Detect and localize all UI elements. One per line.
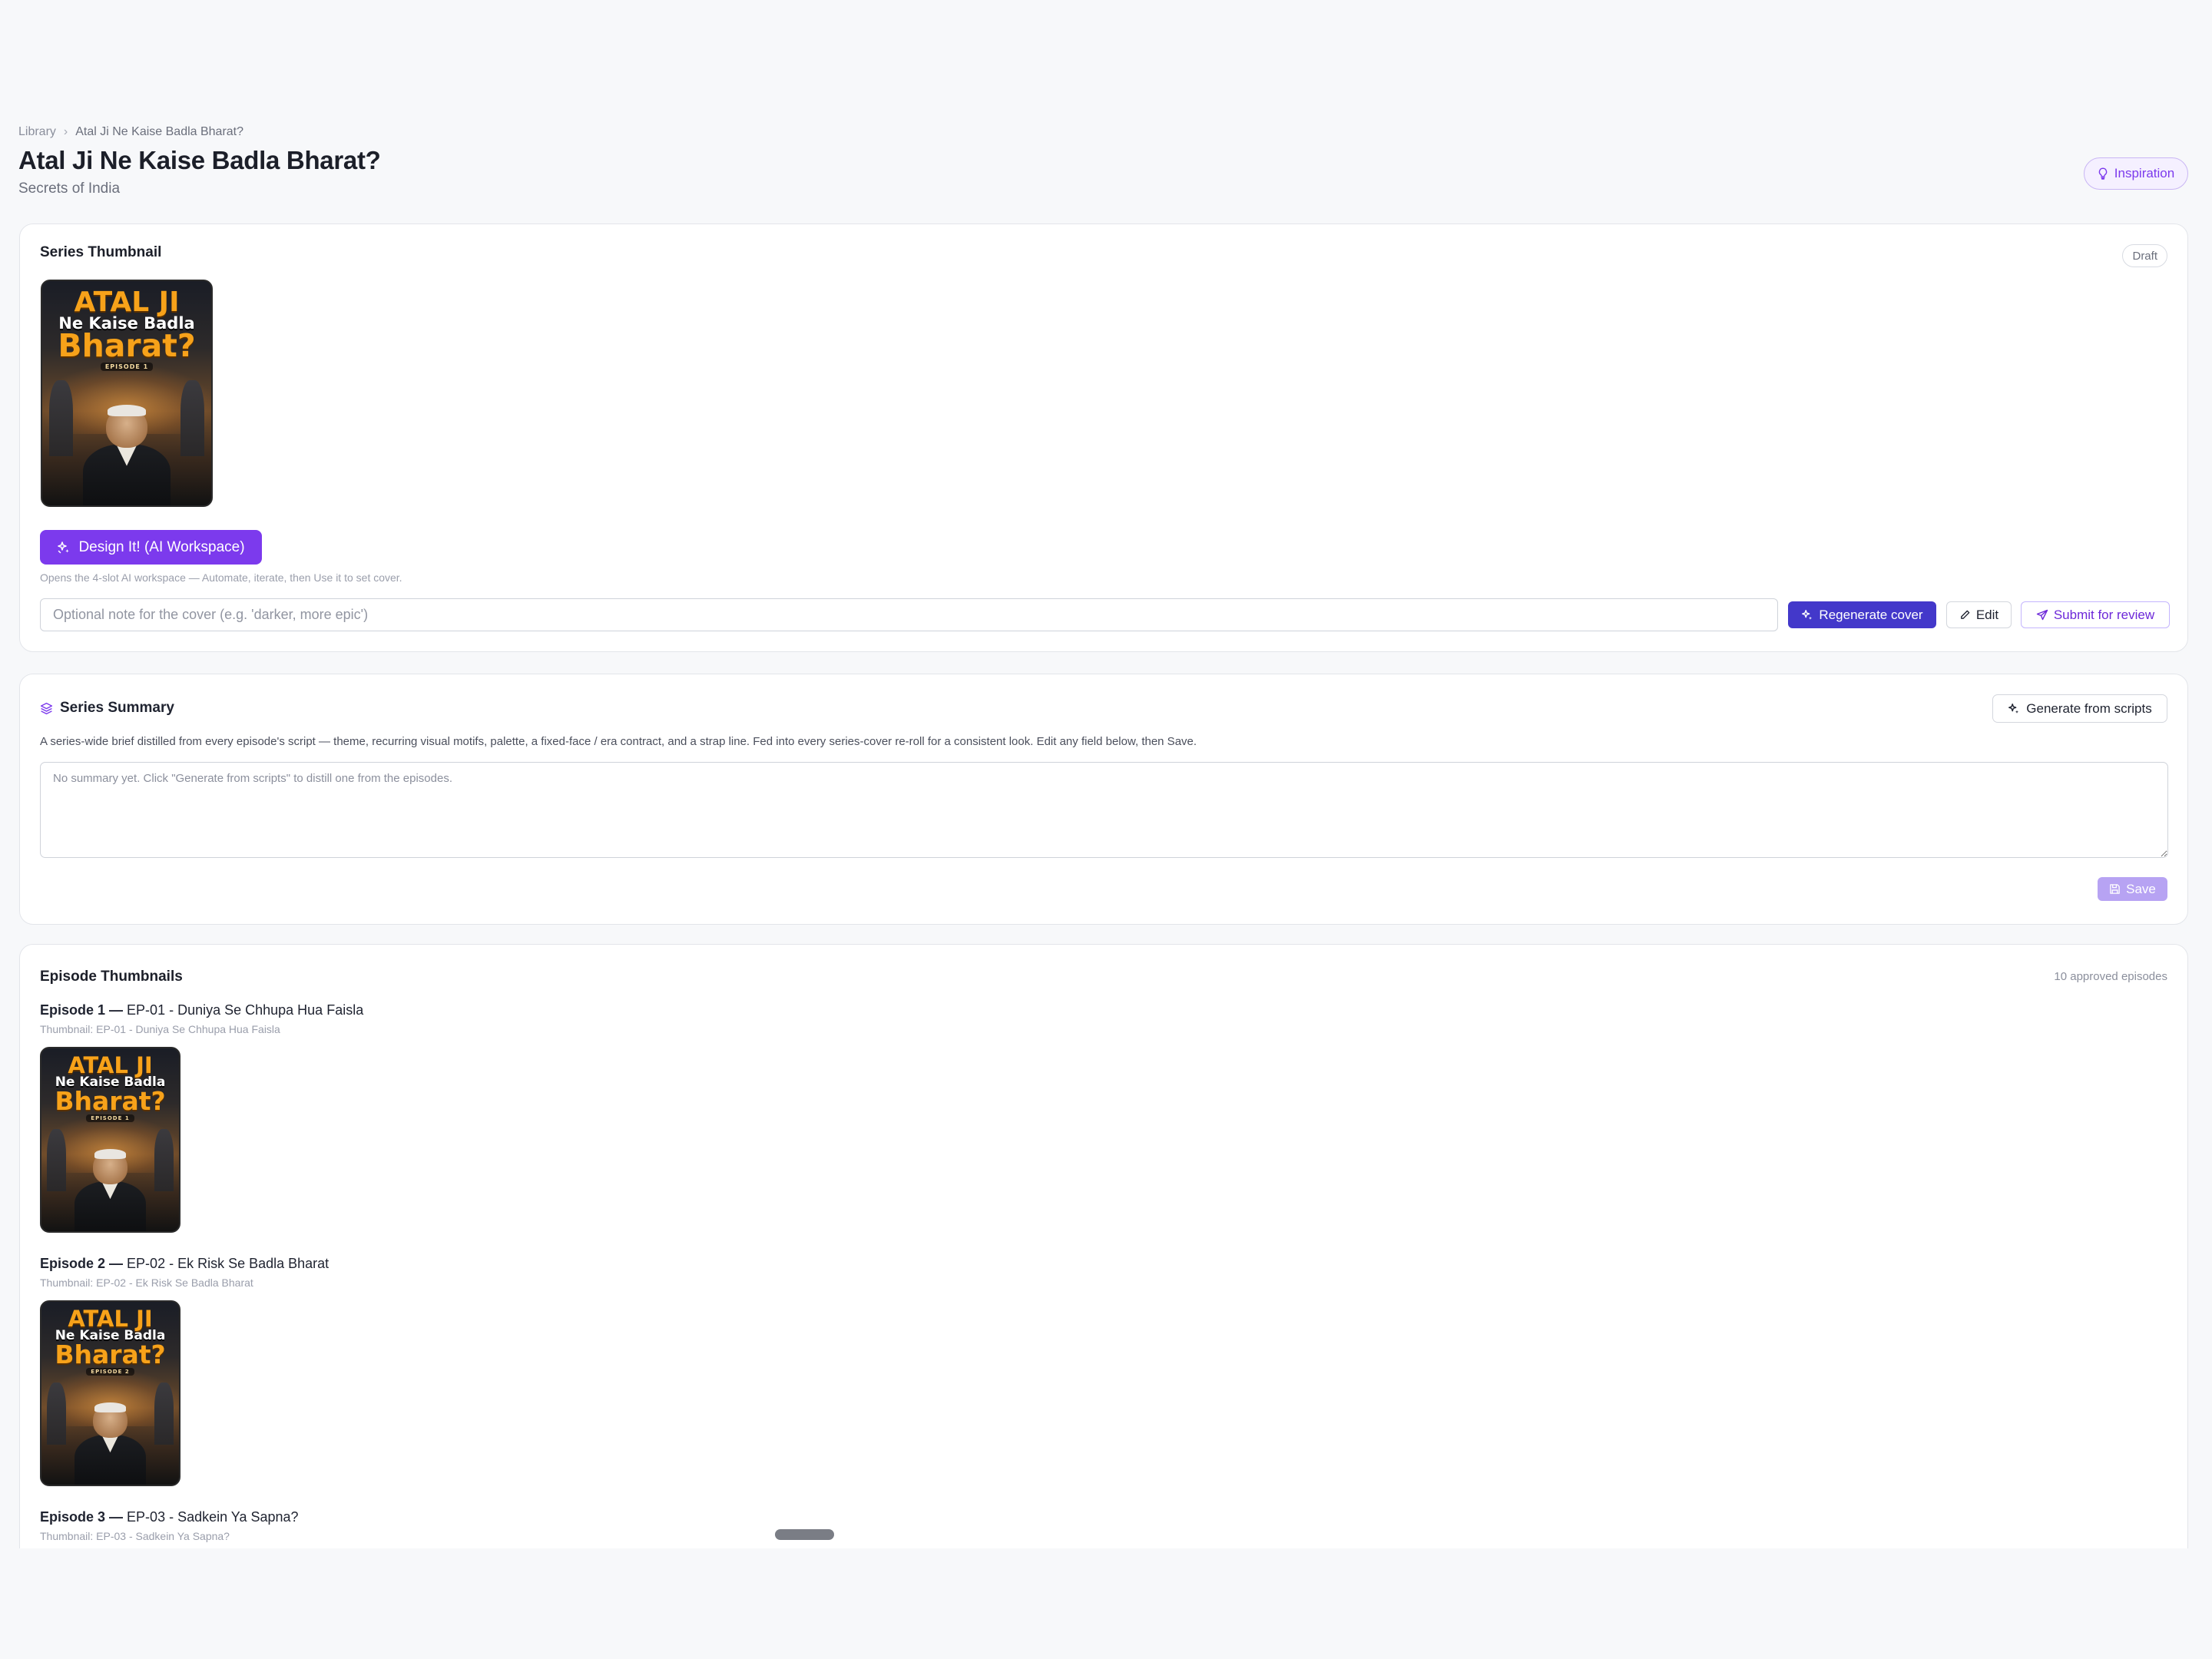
episode-title: Episode 1 — EP-01 - Duniya Se Chhupa Hua… [40, 1002, 364, 1018]
submit-for-review-button[interactable]: Submit for review [2021, 601, 2170, 628]
cover-title-line-3: Bharat? [58, 327, 196, 364]
cover-episode-label: EPISODE 2 [41, 1368, 179, 1376]
series-summary-card: Series Summary Generate from scripts A s… [19, 674, 2188, 925]
inspiration-button[interactable]: Inspiration [2084, 157, 2188, 190]
breadcrumb-current: Atal Ji Ne Kaise Badla Bharat? [75, 125, 244, 138]
cover-title-line-1: ATAL JI [74, 286, 180, 318]
cover-title-line-3: Bharat? [55, 1339, 166, 1369]
series-summary-textarea[interactable] [40, 762, 2168, 858]
episode-item: Episode 2 — EP-02 - Ek Risk Se Badla Bha… [40, 1256, 329, 1486]
cover-note-input[interactable] [40, 598, 1778, 631]
episode-title: Episode 2 — EP-02 - Ek Risk Se Badla Bha… [40, 1256, 329, 1271]
pencil-icon [1959, 609, 1971, 621]
series-summary-title: Series Summary [60, 700, 174, 716]
episode-thumbnail-image[interactable]: ATAL JI Ne Kaise Badla Bharat? EPISODE 2 [40, 1300, 180, 1486]
scroll-handle[interactable] [775, 1529, 834, 1540]
send-icon [2036, 609, 2048, 621]
breadcrumb: Library › Atal Ji Ne Kaise Badla Bharat? [18, 125, 243, 139]
lightbulb-icon [2098, 167, 2108, 180]
episode-item: Episode 3 — EP-03 - Sadkein Ya Sapna? Th… [40, 1509, 299, 1542]
regenerate-cover-button[interactable]: Regenerate cover [1788, 601, 1936, 628]
episode-thumbnails-card: Episode Thumbnails 10 approved episodes … [19, 944, 2188, 1548]
save-button[interactable]: Save [2098, 877, 2167, 901]
cover-episode-label: EPISODE 1 [41, 1114, 179, 1122]
episode-thumbnail-label: Thumbnail: EP-02 - Ek Risk Se Badla Bhar… [40, 1277, 253, 1289]
series-thumbnail-title: Series Thumbnail [40, 244, 162, 260]
breadcrumb-separator: › [63, 125, 68, 138]
series-summary-description: A series-wide brief distilled from every… [40, 735, 1197, 748]
sparkles-icon [2008, 703, 2020, 715]
series-thumbnail-card: Series Thumbnail Draft ATAL JI Ne Kaise … [19, 224, 2188, 652]
breadcrumb-library-link[interactable]: Library [18, 125, 56, 139]
cover-title-line-1: ATAL JI [68, 1306, 153, 1332]
episode-thumbnail-label: Thumbnail: EP-03 - Sadkein Ya Sapna? [40, 1530, 230, 1542]
sparkles-icon [57, 541, 71, 555]
layers-icon [40, 702, 53, 715]
inspiration-label: Inspiration [2114, 166, 2175, 180]
page-subtitle: Secrets of India [18, 180, 121, 197]
save-icon [2109, 883, 2121, 895]
design-it-label: Design It! (AI Workspace) [78, 538, 245, 555]
series-cover-image[interactable]: ATAL JI Ne Kaise Badla Bharat? EPISODE 1 [41, 280, 213, 507]
status-badge: Draft [2122, 244, 2167, 267]
episode-title: Episode 3 — EP-03 - Sadkein Ya Sapna? [40, 1509, 299, 1525]
series-summary-header: Series Summary [40, 700, 174, 717]
page-title: Atal Ji Ne Kaise Badla Bharat? [18, 146, 381, 174]
edit-label: Edit [1975, 607, 1999, 622]
save-label: Save [2126, 881, 2156, 896]
generate-from-scripts-button[interactable]: Generate from scripts [1992, 694, 2167, 723]
episode-item: Episode 1 — EP-01 - Duniya Se Chhupa Hua… [40, 1002, 363, 1233]
page: Library › Atal Ji Ne Kaise Badla Bharat?… [0, 0, 2212, 1548]
generate-from-scripts-label: Generate from scripts [2026, 700, 2152, 716]
design-it-button[interactable]: Design It! (AI Workspace) [40, 530, 262, 565]
sparkles-icon [1801, 609, 1813, 621]
bottom-margin [0, 1548, 2212, 1659]
submit-for-review-label: Submit for review [2053, 607, 2155, 622]
episode-thumbnails-title: Episode Thumbnails [40, 969, 183, 985]
regenerate-cover-label: Regenerate cover [1819, 607, 1923, 622]
edit-button[interactable]: Edit [1946, 601, 2012, 628]
approved-episodes-count: 10 approved episodes [2054, 970, 2167, 983]
cover-title-line-1: ATAL JI [68, 1052, 153, 1078]
cover-title-line-3: Bharat? [55, 1086, 166, 1116]
episode-thumbnail-image[interactable]: ATAL JI Ne Kaise Badla Bharat? EPISODE 1 [40, 1047, 180, 1233]
design-hint: Opens the 4-slot AI workspace — Automate… [40, 571, 402, 584]
cover-episode-label: EPISODE 1 [42, 363, 211, 371]
episode-thumbnail-label: Thumbnail: EP-01 - Duniya Se Chhupa Hua … [40, 1023, 280, 1035]
